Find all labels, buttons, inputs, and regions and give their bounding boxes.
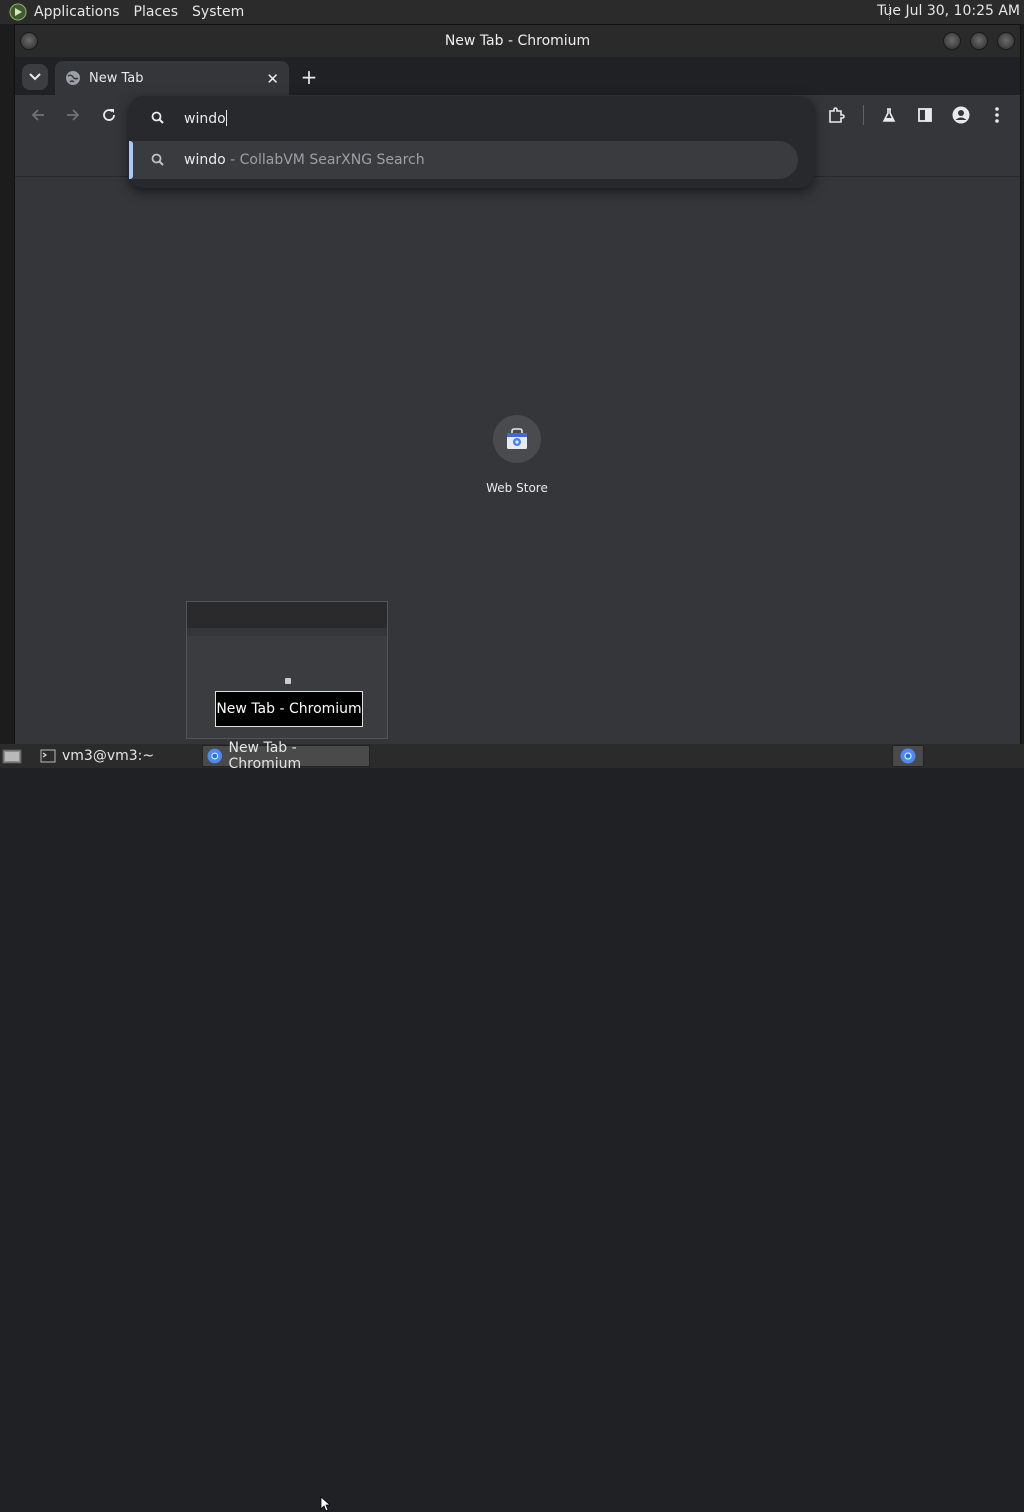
- taskbar-item-label: vm3@vm3:~: [62, 748, 155, 764]
- chromium-icon: [207, 748, 222, 764]
- webstore-icon: [507, 428, 527, 449]
- search-icon: [151, 111, 164, 124]
- tab-new-tab[interactable]: New Tab ✕: [55, 61, 289, 95]
- gnome-foot-icon[interactable]: [8, 2, 28, 22]
- forward-arrow-icon[interactable]: [63, 105, 83, 125]
- omnibox-input-row[interactable]: windo: [129, 96, 814, 140]
- mouse-pointer-icon: [320, 1496, 330, 1512]
- omnibox-suggestion[interactable]: windo - CollabVM SearXNG Search: [129, 141, 798, 179]
- taskbar-item-label: New Tab - Chromium: [228, 740, 302, 772]
- shortcut-tile[interactable]: [493, 415, 541, 463]
- search-icon: [151, 153, 164, 166]
- new-tab-page: Web Store: [15, 177, 1020, 744]
- back-arrow-icon[interactable]: [28, 105, 48, 125]
- taskbar-item-terminal[interactable]: vm3@vm3:~: [36, 745, 196, 767]
- extensions-puzzle-icon[interactable]: [826, 105, 846, 125]
- omnibox-input-text: windo: [184, 110, 226, 127]
- places-menu[interactable]: Places: [134, 4, 179, 20]
- shortcut-label: Web Store: [486, 481, 548, 495]
- system-menu[interactable]: System: [192, 4, 244, 20]
- globe-icon: [66, 71, 80, 85]
- applications-menu[interactable]: Applications: [34, 4, 120, 20]
- window-menu-button[interactable]: [20, 32, 38, 50]
- window-titlebar[interactable]: New Tab - Chromium: [15, 25, 1020, 57]
- preview-toolbar: [187, 628, 387, 636]
- chromium-icon: [900, 748, 916, 764]
- window-title: New Tab - Chromium: [444, 33, 591, 49]
- suggestion-query: windo: [184, 152, 226, 168]
- close-window-button[interactable]: [997, 32, 1015, 50]
- tab-close-icon[interactable]: ✕: [266, 70, 279, 88]
- top-panel: Applications Places System Tue Jul 30, 1…: [0, 0, 1024, 24]
- tray-chromium-button[interactable]: [892, 745, 924, 767]
- terminal-icon: [40, 749, 56, 763]
- shortcut-web-store[interactable]: Web Store: [482, 415, 552, 495]
- chevron-down-icon: [29, 73, 41, 81]
- text-caret: [225, 109, 227, 126]
- taskbar-item-chromium[interactable]: New Tab - Chromium: [202, 740, 370, 772]
- suggestion-text: windo - CollabVM SearXNG Search: [184, 152, 425, 168]
- new-tab-button[interactable]: +: [297, 65, 321, 89]
- profile-avatar-icon[interactable]: [951, 105, 971, 125]
- omnibox-dropdown: windo windo - CollabVM SearXNG Search: [129, 96, 814, 188]
- preview-titlebar: [187, 602, 387, 628]
- clock[interactable]: Tue Jul 30, 10:25 AM: [877, 3, 1020, 19]
- minimize-button[interactable]: [943, 32, 961, 50]
- selection-accent: [129, 141, 133, 179]
- toolbar-divider: [863, 105, 864, 125]
- tab-title: New Tab: [89, 70, 144, 86]
- reload-icon[interactable]: [99, 105, 119, 125]
- omnibox-input[interactable]: windo: [184, 109, 227, 127]
- suggestion-description: - CollabVM SearXNG Search: [225, 152, 425, 168]
- tab-strip: New Tab ✕ +: [15, 57, 1020, 95]
- maximize-button[interactable]: [970, 32, 988, 50]
- side-panel-icon[interactable]: [915, 105, 935, 125]
- desktop-edge-left: [0, 24, 14, 744]
- window-preview-tooltip: New Tab - Chromium: [215, 691, 363, 727]
- kebab-menu-icon[interactable]: [987, 105, 1007, 125]
- show-desktop-icon[interactable]: [2, 746, 22, 766]
- labs-flask-icon[interactable]: [879, 105, 899, 125]
- bottom-panel: vm3@vm3:~ New Tab - Chromium: [0, 740, 1024, 1512]
- tab-search-button[interactable]: [22, 64, 48, 90]
- preview-shortcut-dot: [285, 678, 291, 684]
